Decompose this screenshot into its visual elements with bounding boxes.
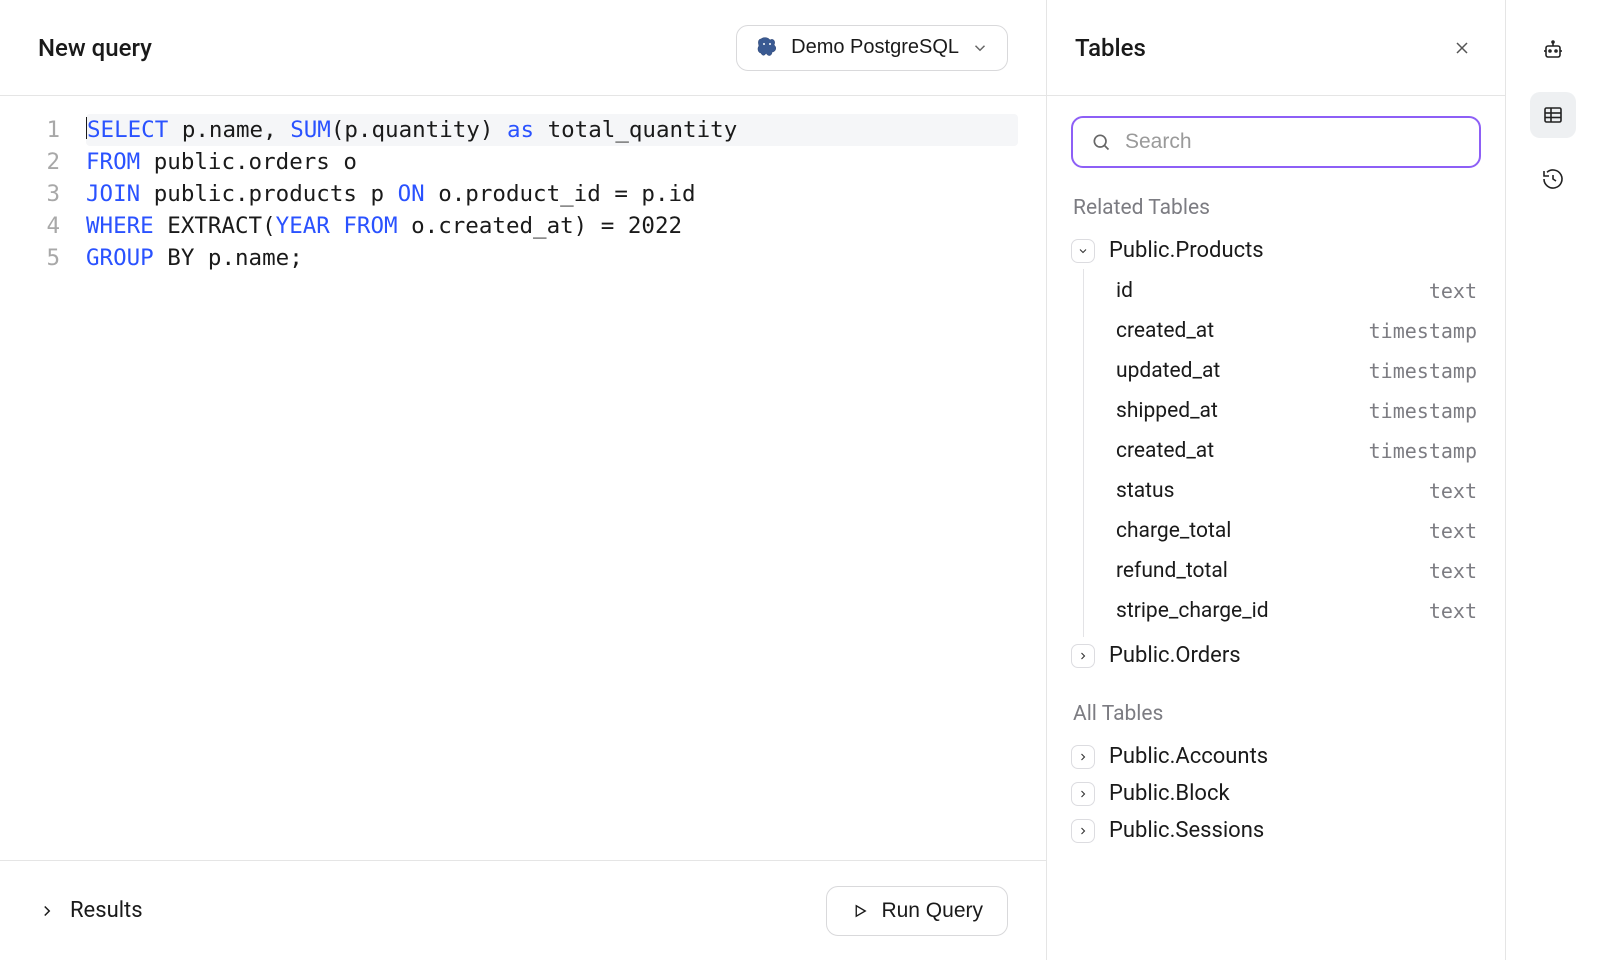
column-list: idtextcreated_attimestampupdated_attimes… [1083, 269, 1481, 637]
code-content: SELECT p.name, SUM(p.quantity) as total_… [86, 117, 737, 143]
results-bar: Results Run Query [0, 860, 1046, 960]
search-icon [1091, 132, 1111, 152]
table-row[interactable]: Public.Products [1071, 232, 1481, 269]
column-row[interactable]: refund_total text [1084, 551, 1481, 591]
column-name: stripe_charge_id [1116, 599, 1269, 623]
main-header: New query Demo PostgreSQL [0, 0, 1046, 96]
all-tables-label: All Tables [1073, 702, 1481, 726]
column-name: charge_total [1116, 519, 1231, 543]
main-panel: New query Demo PostgreSQL 1SELECT p.name… [0, 0, 1047, 960]
code-line[interactable]: 5GROUP BY p.name; [0, 242, 1018, 274]
chevron-right-icon[interactable] [1071, 819, 1095, 843]
history-icon [1541, 167, 1565, 191]
table-row[interactable]: Public.Sessions [1071, 812, 1481, 849]
tables-search[interactable] [1071, 116, 1481, 168]
chevron-right-icon[interactable] [1071, 644, 1095, 668]
column-row[interactable]: updated_at timestamp [1084, 351, 1481, 391]
line-number: 5 [0, 242, 86, 274]
column-row[interactable]: charge_total text [1084, 511, 1481, 551]
tables-search-input[interactable] [1125, 130, 1461, 154]
rail-history-button[interactable] [1530, 156, 1576, 202]
column-type: timestamp [1369, 359, 1477, 383]
column-type: text [1429, 279, 1477, 303]
column-type: timestamp [1369, 319, 1477, 343]
rail-tables-button[interactable] [1530, 92, 1576, 138]
line-number: 4 [0, 210, 86, 242]
code-content: JOIN public.products p ON o.product_id =… [86, 181, 696, 207]
column-name: shipped_at [1116, 399, 1218, 423]
play-icon [851, 902, 869, 920]
tables-panel: Tables Related Tables Public.Products id t… [1047, 0, 1506, 960]
bot-icon [1541, 39, 1565, 63]
column-type: text [1429, 599, 1477, 623]
column-type: text [1429, 559, 1477, 583]
column-type: text [1429, 479, 1477, 503]
table-row[interactable]: Public.Orders [1071, 637, 1481, 674]
column-name: created_at [1116, 439, 1214, 463]
run-query-button[interactable]: Run Query [826, 886, 1008, 936]
column-row[interactable]: stripe_charge_id text [1084, 591, 1481, 631]
table-name: Public.Block [1109, 781, 1230, 806]
line-number: 1 [0, 114, 86, 146]
page-title: New query [38, 34, 152, 62]
sql-editor[interactable]: 1SELECT p.name, SUM(p.quantity) as total… [0, 96, 1046, 860]
column-row[interactable]: created_at timestamp [1084, 431, 1481, 471]
table-name: Public.Products [1109, 238, 1264, 263]
code-content: FROM public.orders o [86, 149, 357, 175]
related-tables-label: Related Tables [1073, 196, 1481, 220]
database-selector[interactable]: Demo PostgreSQL [736, 25, 1008, 71]
chevron-down-icon [971, 39, 989, 57]
rail-assistant-button[interactable] [1530, 28, 1576, 74]
column-name: refund_total [1116, 559, 1228, 583]
table-icon [1541, 103, 1565, 127]
chevron-right-icon [38, 902, 56, 920]
run-query-label: Run Query [881, 899, 983, 923]
column-row[interactable]: shipped_at timestamp [1084, 391, 1481, 431]
line-number: 3 [0, 178, 86, 210]
right-rail [1506, 0, 1600, 960]
tables-panel-body: Related Tables Public.Products id text crea… [1047, 96, 1505, 960]
table-name: Public.Accounts [1109, 744, 1268, 769]
tables-panel-header: Tables [1047, 0, 1505, 96]
close-panel-button[interactable] [1447, 33, 1477, 63]
line-number: 2 [0, 146, 86, 178]
chevron-right-icon[interactable] [1071, 745, 1095, 769]
code-line[interactable]: 2FROM public.orders o [0, 146, 1018, 178]
code-content: GROUP BY p.name; [86, 245, 303, 271]
column-type: timestamp [1369, 439, 1477, 463]
related-tables-tree: Public.Products id text created_at timestamp… [1071, 232, 1481, 674]
column-row[interactable]: id text [1084, 271, 1481, 311]
postgres-icon [755, 36, 779, 60]
code-content: WHERE EXTRACT(YEAR FROM o.created_at) = … [86, 213, 682, 239]
all-tables-tree: Public.Accounts Public.Block Public.Sessio… [1071, 738, 1481, 849]
code-line[interactable]: 3JOIN public.products p ON o.product_id … [0, 178, 1018, 210]
column-row[interactable]: created_at timestamp [1084, 311, 1481, 351]
column-name: status [1116, 479, 1174, 503]
close-icon [1452, 38, 1472, 58]
column-name: id [1116, 279, 1133, 303]
column-row[interactable]: status text [1084, 471, 1481, 511]
table-row[interactable]: Public.Block [1071, 775, 1481, 812]
code-line[interactable]: 1SELECT p.name, SUM(p.quantity) as total… [0, 114, 1018, 146]
column-name: updated_at [1116, 359, 1220, 383]
database-selector-label: Demo PostgreSQL [791, 36, 959, 59]
results-toggle[interactable]: Results [38, 898, 143, 923]
results-label: Results [70, 898, 143, 923]
table-row[interactable]: Public.Accounts [1071, 738, 1481, 775]
code-line[interactable]: 4WHERE EXTRACT(YEAR FROM o.created_at) =… [0, 210, 1018, 242]
chevron-down-icon[interactable] [1071, 239, 1095, 263]
tables-panel-title: Tables [1075, 34, 1146, 62]
column-name: created_at [1116, 319, 1214, 343]
table-name: Public.Sessions [1109, 818, 1264, 843]
chevron-right-icon[interactable] [1071, 782, 1095, 806]
column-type: timestamp [1369, 399, 1477, 423]
table-name: Public.Orders [1109, 643, 1241, 668]
column-type: text [1429, 519, 1477, 543]
